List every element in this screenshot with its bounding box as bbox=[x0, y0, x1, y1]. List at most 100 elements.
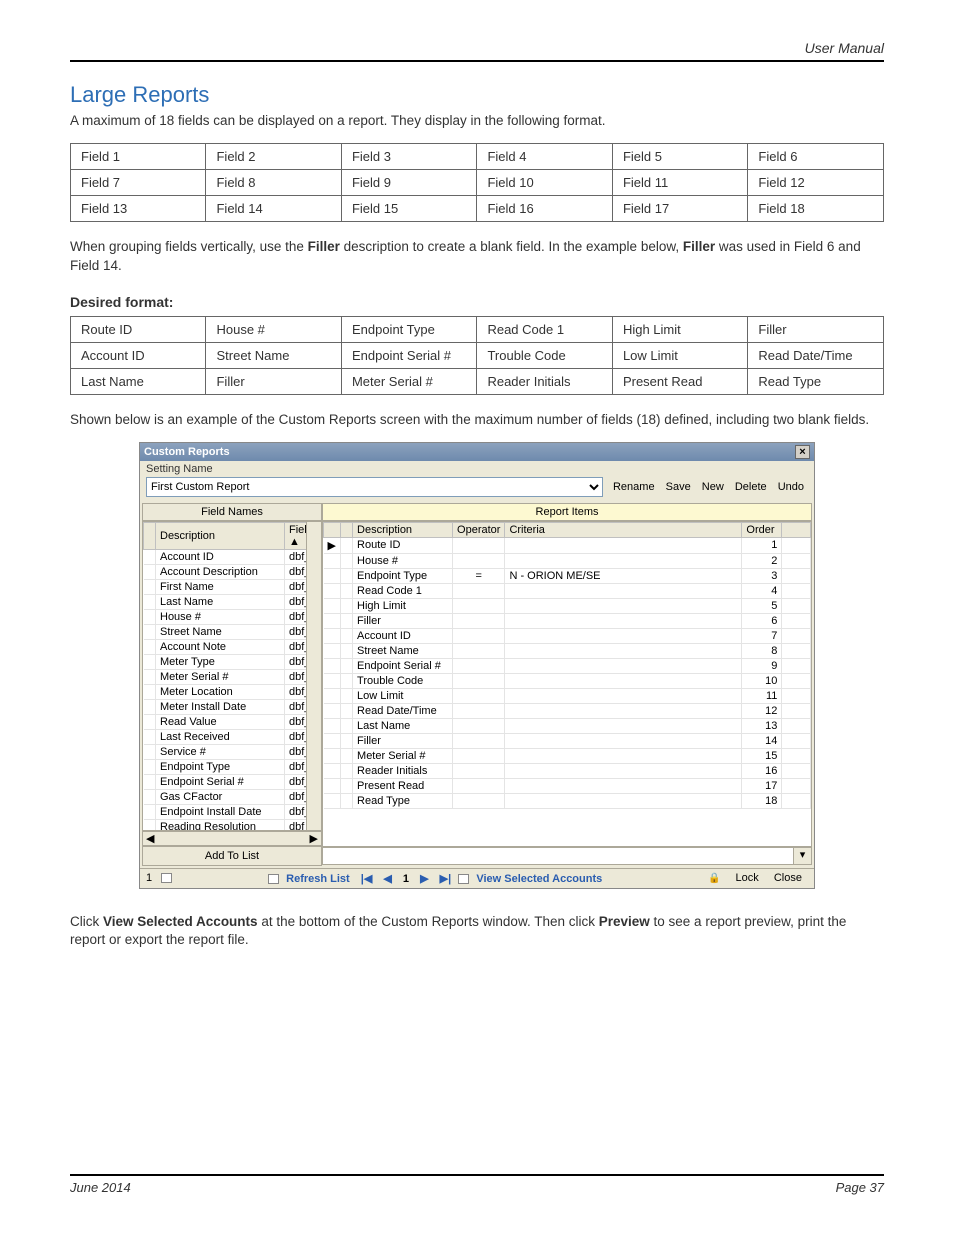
pager-prev-button[interactable]: ◀ bbox=[379, 873, 395, 885]
report-items-table[interactable]: Description Operator Criteria Order ▶ Ro… bbox=[323, 522, 811, 809]
table-row[interactable]: Meter Serial #dbf_ bbox=[144, 669, 321, 684]
pager-first-button[interactable]: |◀ bbox=[357, 873, 377, 885]
table-row[interactable]: Read Date/Time12 bbox=[324, 703, 811, 718]
table-cell: Present Read bbox=[612, 368, 747, 394]
table-row[interactable]: Present Read17 bbox=[324, 778, 811, 793]
table-row[interactable]: Read Type18 bbox=[324, 793, 811, 808]
setting-name-select[interactable]: First Custom Report bbox=[146, 477, 603, 497]
table-row[interactable]: Endpoint Serial #dbf_ bbox=[144, 774, 321, 789]
table-row[interactable]: Endpoint Type=N - ORION ME/SE3 bbox=[324, 568, 811, 583]
table-cell: Field 15 bbox=[341, 195, 476, 221]
doc-title: User Manual bbox=[805, 40, 884, 56]
table-cell: Street Name bbox=[206, 342, 341, 368]
filler-paragraph: When grouping fields vertically, use the… bbox=[70, 238, 884, 276]
table-cell: Trouble Code bbox=[477, 342, 612, 368]
table-row[interactable]: Service #dbf_ bbox=[144, 744, 321, 759]
table-cell: Endpoint Serial # bbox=[341, 342, 476, 368]
page-indicator: 1 bbox=[146, 872, 152, 884]
chevron-down-icon[interactable]: ▾ bbox=[793, 848, 811, 864]
document-icon[interactable] bbox=[161, 873, 172, 883]
view-selected-accounts-button[interactable]: View Selected Accounts bbox=[472, 873, 606, 885]
dialog-title: Custom Reports bbox=[144, 446, 230, 458]
table-row[interactable]: Meter Serial #15 bbox=[324, 748, 811, 763]
lock-icon[interactable] bbox=[702, 872, 726, 884]
new-button[interactable]: New bbox=[698, 481, 728, 493]
delete-button[interactable]: Delete bbox=[731, 481, 771, 493]
table-row[interactable]: Read Code 14 bbox=[324, 583, 811, 598]
table-cell: House # bbox=[206, 316, 341, 342]
table-row[interactable]: Gas CFactordbf_ bbox=[144, 789, 321, 804]
col-description[interactable]: Description bbox=[156, 522, 285, 549]
rename-button[interactable]: Rename bbox=[609, 481, 659, 493]
table-row[interactable]: Read Valuedbf_ bbox=[144, 714, 321, 729]
table-cell: Field 16 bbox=[477, 195, 612, 221]
add-to-list-button[interactable]: Add To List bbox=[142, 846, 322, 866]
footer-page: Page 37 bbox=[836, 1180, 884, 1195]
table-row[interactable]: Account ID7 bbox=[324, 628, 811, 643]
col-operator[interactable]: Operator bbox=[453, 522, 505, 537]
table-cell: Filler bbox=[748, 316, 884, 342]
table-row[interactable]: Endpoint Serial #9 bbox=[324, 658, 811, 673]
lock-button[interactable]: Lock bbox=[730, 872, 765, 884]
table-row[interactable]: Last Namedbf_ bbox=[144, 594, 321, 609]
table-row[interactable]: Last Receiveddbf_ bbox=[144, 729, 321, 744]
table-cell: Field 8 bbox=[206, 169, 341, 195]
accounts-icon[interactable] bbox=[458, 874, 469, 884]
table-row[interactable]: Trouble Code10 bbox=[324, 673, 811, 688]
closing-paragraph: Click View Selected Accounts at the bott… bbox=[70, 913, 884, 951]
table-cell: Low Limit bbox=[612, 342, 747, 368]
table-row[interactable]: Meter Locationdbf_ bbox=[144, 684, 321, 699]
table-row[interactable]: Meter Install Datedbf_ bbox=[144, 699, 321, 714]
page-header: User Manual bbox=[70, 40, 884, 62]
table-row[interactable]: Filler6 bbox=[324, 613, 811, 628]
table-cell: Filler bbox=[206, 368, 341, 394]
example-paragraph: Shown below is an example of the Custom … bbox=[70, 411, 884, 430]
table-cell: Field 10 bbox=[477, 169, 612, 195]
col-description[interactable]: Description bbox=[353, 522, 453, 537]
close-button[interactable]: Close bbox=[768, 872, 808, 884]
table-cell: Endpoint Type bbox=[341, 316, 476, 342]
report-items-header: Report Items bbox=[322, 503, 812, 521]
right-actions: Lock Close bbox=[702, 872, 808, 884]
custom-reports-dialog: Custom Reports × Setting Name First Cust… bbox=[139, 442, 815, 889]
field-names-table[interactable]: Description Field ▲ Account IDdbf_ Accou… bbox=[143, 522, 321, 831]
table-row[interactable]: Street Name8 bbox=[324, 643, 811, 658]
table-cell: Field 11 bbox=[612, 169, 747, 195]
pager-last-button[interactable]: ▶| bbox=[436, 873, 456, 885]
dialog-titlebar: Custom Reports × bbox=[140, 443, 814, 461]
table-cell: Route ID bbox=[71, 316, 206, 342]
close-icon[interactable]: × bbox=[795, 445, 810, 459]
col-order[interactable]: Order bbox=[742, 522, 782, 537]
pager-next-button[interactable]: ▶ bbox=[416, 873, 432, 885]
table-cell: Read Date/Time bbox=[748, 342, 884, 368]
table-row[interactable]: Reading Resolutiondbf_ bbox=[144, 819, 321, 831]
table-cell: Field 17 bbox=[612, 195, 747, 221]
table-row[interactable]: ▶ Route ID1 bbox=[324, 537, 811, 553]
table-row[interactable]: Meter Typedbf_ bbox=[144, 654, 321, 669]
refresh-list-button[interactable]: Refresh List bbox=[282, 873, 354, 885]
table-row[interactable]: House #2 bbox=[324, 553, 811, 568]
table-row[interactable]: Endpoint Typedbf_ bbox=[144, 759, 321, 774]
table-row[interactable]: Account Descriptiondbf_ bbox=[144, 564, 321, 579]
table-cell: Field 3 bbox=[341, 143, 476, 169]
undo-button[interactable]: Undo bbox=[774, 481, 808, 493]
page-footer: June 2014 Page 37 bbox=[70, 1174, 884, 1195]
table-row[interactable]: Reader Initials16 bbox=[324, 763, 811, 778]
vertical-scrollbar[interactable] bbox=[306, 522, 321, 830]
table-row[interactable]: Account IDdbf_ bbox=[144, 549, 321, 564]
table-row[interactable]: House #dbf_ bbox=[144, 609, 321, 624]
report-items-dropdown-row[interactable]: ▾ bbox=[322, 847, 812, 865]
refresh-icon[interactable] bbox=[268, 874, 279, 884]
table-row[interactable]: High Limit5 bbox=[324, 598, 811, 613]
table-row[interactable]: Last Name13 bbox=[324, 718, 811, 733]
table-row[interactable]: Low Limit11 bbox=[324, 688, 811, 703]
table-row[interactable]: Filler14 bbox=[324, 733, 811, 748]
table-row[interactable]: Endpoint Install Datedbf_ bbox=[144, 804, 321, 819]
col-criteria[interactable]: Criteria bbox=[505, 522, 742, 537]
table-row[interactable]: Street Namedbf_ bbox=[144, 624, 321, 639]
horizontal-scrollbar[interactable]: ◀▶ bbox=[142, 831, 322, 846]
table-row[interactable]: First Namedbf_ bbox=[144, 579, 321, 594]
save-button[interactable]: Save bbox=[662, 481, 695, 493]
table-cell: Account ID bbox=[71, 342, 206, 368]
table-row[interactable]: Account Notedbf_ bbox=[144, 639, 321, 654]
